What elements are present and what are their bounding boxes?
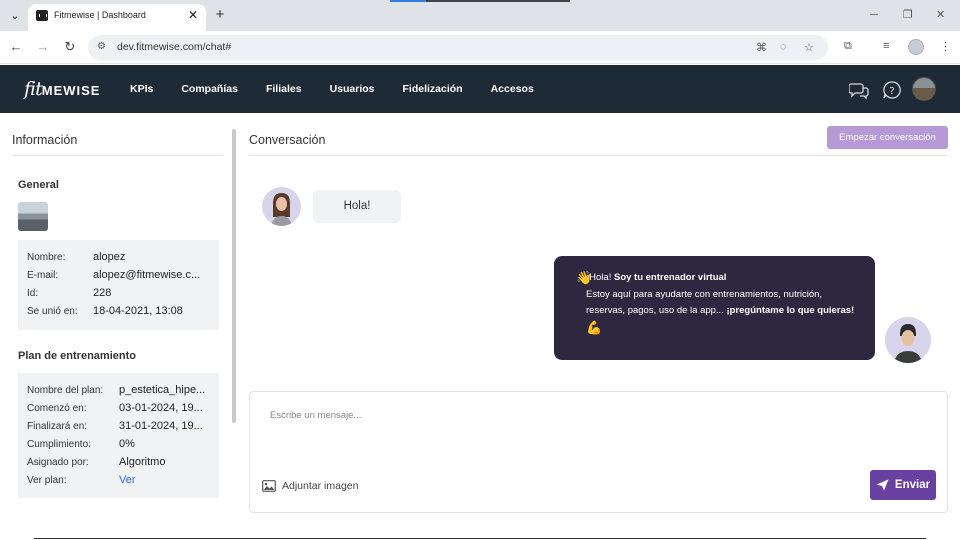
divider [12,155,223,156]
forward-button[interactable]: → [34,38,52,56]
general-value: 18-04-2021, 13:08 [93,305,183,317]
svg-text:?: ? [889,86,894,97]
address-bar[interactable]: ⚙ dev.fitmewise.com/chat# ⌘ ◌ ☆ [88,35,828,60]
attach-image-button[interactable]: Adjuntar imagen [262,478,358,494]
loading-bar [390,0,570,2]
bot-avatar [885,317,931,363]
bot-body-bold: ¡pregúntame lo que quieras! [726,305,855,316]
plan-key: Nombre del plan: [27,385,104,396]
send-icon [876,479,889,491]
general-value: alopez [93,251,126,263]
extensions-icon[interactable]: ⧉ [844,40,852,53]
user-avatar[interactable] [912,77,936,101]
plan-key: Asignado por: [27,457,89,468]
browser-menu-icon[interactable]: ⋮ [940,40,951,53]
favicon-icon [36,10,48,21]
attach-image-label: Adjuntar imagen [282,480,359,492]
main-nav: KPIs Compañías Filiales Usuarios Fideliz… [130,83,562,95]
general-info-box: Nombre: alopez E-mail: alopez@fitmewise.… [18,240,219,330]
user-photo [18,202,48,231]
user-message-bubble: Hola! [313,190,401,223]
send-label: Enviar [894,479,931,491]
plan-info-box: Nombre del plan: p_estetica_hipe... Come… [18,373,219,498]
fitmewise-logo[interactable]: fitMEWISE [24,78,100,100]
general-key: Id: [27,288,39,299]
logo-word: MEWISE [41,83,101,98]
back-button[interactable]: ← [7,38,25,56]
plan-key: Cumplimiento: [27,439,91,450]
message-composer: Adjuntar imagen Enviar [249,391,948,513]
minimize-button[interactable]: ─ [870,8,878,22]
browser-toolbar: ← → ↻ ⚙ dev.fitmewise.com/chat# ⌘ ◌ ☆ ⧉ … [0,31,960,64]
waving-hand-icon: 👋 [576,270,593,285]
general-key: Se unió en: [27,306,78,317]
user-chat-avatar [262,187,301,226]
help-circle-icon[interactable]: ? [882,80,902,100]
info-panel: Información General Nombre: alopez E-mai… [0,113,230,540]
plan-key: Finalizará en: [27,421,88,432]
plan-value: 0% [119,438,135,450]
taskbar-edge [34,538,926,539]
browser-tab[interactable]: Fitmewise | Dashboard ✕ [28,4,206,31]
plan-value: 03-01-2024, 19... [119,402,203,414]
view-plan-link[interactable]: Ver [119,474,211,486]
general-value: alopez@fitmewise.c... [93,269,201,281]
general-value: 228 [93,287,112,299]
image-icon [262,480,276,492]
plan-key: Ver plan: [27,475,67,486]
nav-fidelizacion[interactable]: Fidelización [403,83,463,95]
plan-value: Algoritmo [119,456,166,468]
browser-tabstrip: ⌄ Fitmewise | Dashboard ✕ + ─ ❐ ✕ [0,0,960,31]
reload-button[interactable]: ↻ [61,38,79,56]
plan-value: 31-01-2024, 19... [119,420,203,432]
general-key: E-mail: [27,270,59,281]
nav-accesos[interactable]: Accesos [491,83,534,95]
translate-icon[interactable]: ⌘ [756,41,767,54]
general-title: General [18,179,59,191]
general-key: Nombre: [27,252,66,263]
panel-scrollbar[interactable] [232,129,236,423]
tab-search-button[interactable]: ⌄ [6,7,24,25]
plan-key: Comenzó en: [27,403,87,414]
nav-companias[interactable]: Compañías [181,83,238,95]
logo-script: fit [24,78,43,100]
plan-value: p_estetica_hipe... [119,384,206,396]
window-close-button[interactable]: ✕ [936,8,945,22]
nav-kpis[interactable]: KPIs [130,83,153,95]
plan-title: Plan de entrenamiento [18,350,136,362]
message-input[interactable] [270,406,870,424]
new-tab-button[interactable]: + [212,5,228,25]
nav-filiales[interactable]: Filiales [266,83,302,95]
nav-usuarios[interactable]: Usuarios [330,83,375,95]
bookmark-star-icon[interactable]: ☆ [804,41,814,54]
tab-close-icon[interactable]: ✕ [188,8,198,22]
profile-avatar[interactable] [908,39,924,55]
eye-off-icon[interactable]: ◌ [780,41,787,53]
divider [249,155,948,156]
restore-button[interactable]: ❐ [903,8,913,22]
app-navbar: fitMEWISE KPIs Compañías Filiales Usuari… [0,65,960,113]
site-info-icon[interactable]: ⚙ [97,41,106,52]
tab-title: Fitmewise | Dashboard [54,10,146,20]
flexed-biceps-icon: 💪 [586,319,603,335]
conversation-title: Conversación [249,133,326,147]
chat-bubbles-icon[interactable] [849,80,869,100]
bot-message-bubble: 👋 ¡Hola! Soy tu entrenador virtual Estoy… [554,256,875,360]
info-title: Información [12,133,78,147]
send-button[interactable]: Enviar [870,470,936,500]
start-conversation-button[interactable]: Empezar conversación [827,126,948,149]
media-controls-icon[interactable]: ≡ [883,40,889,52]
bot-greeting-bold: Soy tu entrenador virtual [613,272,727,283]
url-text[interactable]: dev.fitmewise.com/chat# [117,41,231,53]
